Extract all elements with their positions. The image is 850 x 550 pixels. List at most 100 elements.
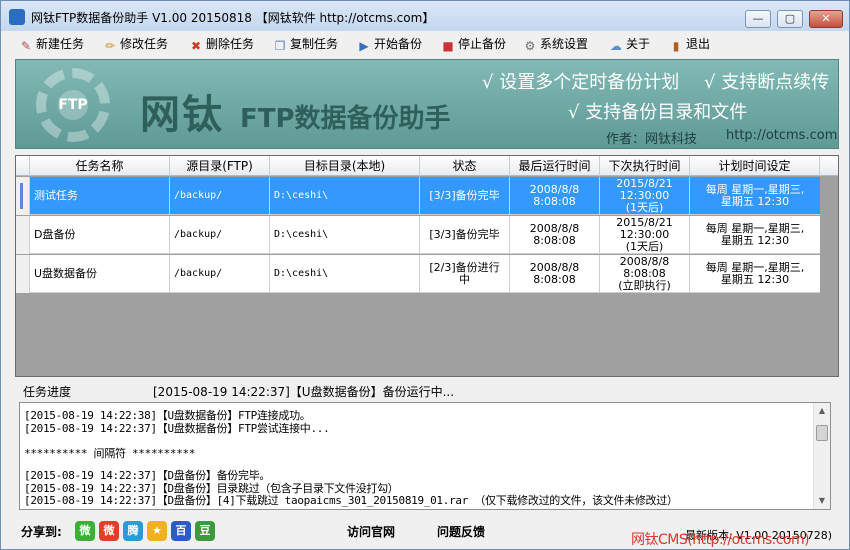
cell-schedule: 每周 星期一,星期三, 星期五 12:30 [705,261,805,286]
minimize-button[interactable]: — [745,10,771,28]
new-task-label: 新建任务 [36,37,85,51]
stop-backup-label: 停止备份 [458,37,507,51]
exit-label: 退出 [686,37,711,51]
log-scrollbar[interactable]: ▲ ▼ [813,403,830,509]
settings-label: 系统设置 [540,37,589,51]
cell-name: U盘数据备份 [30,255,170,293]
banner: FTP 网钛 FTP数据备份助手 √ 设置多个定时备份计划 √ 支持断点续传 √… [15,59,839,149]
task-table[interactable]: 任务名称 源目录(FTP) 目标目录(本地) 状态 最后运行时间 下次执行时间 … [15,155,839,377]
banner-brand: 网钛 [140,91,224,138]
cell-last-run: 2008/8/8 8:08:08 [510,216,600,254]
cell-status: [3/3]备份完毕 [420,216,510,254]
feedback-link[interactable]: 问题反馈 [437,523,485,540]
delete-task-button[interactable]: ✖ 删除任务 [189,35,254,53]
table-row[interactable]: 测试任务 /backup/ D:\ceshi\ [3/3]备份完毕 2008/8… [16,177,820,215]
exit-button[interactable]: ▮ 退出 [669,35,710,53]
footer: 分享到: 微 微 腾 ★ 百 豆 访问官网 问题反馈 最新版本: V1.00 2… [1,515,849,549]
banner-feature-2: √ 支持断点续传 [704,72,830,93]
cell-next-run: 2015/8/21 12:30:00 (1天后) [600,177,690,215]
share-label: 分享到: [21,525,62,539]
new-task-button[interactable]: ✎ 新建任务 [19,35,84,53]
stop-icon: ■ [442,39,454,53]
tencent-weibo-icon[interactable]: 腾 [123,521,143,541]
toolbar: ✎ 新建任务 ✏ 修改任务 ✖ 删除任务 ❐ 复制任务 ▶ 开始备份 ■ 停止备份 ⚙ 系统设… [5,33,845,55]
app-window: 网钛FTP数据备份助手 V1.00 20150818 【网钛软件 http://… [0,0,850,550]
gear-icon: ⚙ [524,39,536,53]
header-selector [16,156,30,176]
baidu-icon[interactable]: 百 [171,521,191,541]
pencil-icon: ✏ [104,39,116,53]
exit-icon: ▮ [672,39,680,53]
cell-last-run: 2008/8/8 8:08:08 [510,177,600,215]
log-line: ********** 间隔符 ********** [24,447,196,460]
row-selector [16,177,30,215]
delete-icon: ✖ [190,39,202,53]
title-bar[interactable]: 网钛FTP数据备份助手 V1.00 20150818 【网钛软件 http://… [1,1,849,31]
copy-task-label: 复制任务 [290,37,339,51]
scroll-down-icon[interactable]: ▼ [814,493,830,509]
about-button[interactable]: ☁ 关于 [609,35,650,53]
cell-next-run: 2015/8/21 12:30:00 (1天后) [600,216,690,254]
play-icon: ▶ [359,39,369,53]
start-backup-button[interactable]: ▶ 开始备份 [357,35,422,53]
column-header-next-run[interactable]: 下次执行时间 [600,156,690,176]
log-line: [2015-08-19 14:22:37]【D盘备份】[4]下载跳过 taopa… [24,494,678,507]
close-button[interactable]: ✕ [809,10,843,28]
window-title: 网钛FTP数据备份助手 V1.00 20150818 【网钛软件 http://… [31,11,435,25]
chat-icon: ☁ [610,39,622,53]
start-backup-label: 开始备份 [374,37,423,51]
copy-icon: ❐ [274,39,286,53]
row-selector [16,255,30,293]
maximize-button[interactable]: ▢ [777,10,803,28]
visit-site-link[interactable]: 访问官网 [347,523,395,540]
about-label: 关于 [626,37,651,51]
column-header-last-run[interactable]: 最后运行时间 [510,156,600,176]
douban-icon[interactable]: 豆 [195,521,215,541]
progress-status: [2015-08-19 14:22:37]【U盘数据备份】备份运行中... [153,385,455,399]
scroll-thumb[interactable] [816,425,828,441]
banner-logo-text: FTP [58,90,88,120]
column-header-target[interactable]: 目标目录(本地) [270,156,420,176]
copy-task-button[interactable]: ❐ 复制任务 [273,35,338,53]
column-header-schedule[interactable]: 计划时间设定 [690,156,820,176]
cell-target: D:\ceshi\ [270,216,420,254]
log-panel[interactable]: [2015-08-19 14:22:38]【U盘数据备份】FTP连接成功。 [2… [19,402,831,510]
cell-target: D:\ceshi\ [270,255,420,293]
qzone-icon[interactable]: ★ [147,521,167,541]
banner-url: http://otcms.com [726,128,838,143]
cell-name: 测试任务 [30,177,170,215]
wechat-icon[interactable]: 微 [75,521,95,541]
column-header-name[interactable]: 任务名称 [30,156,170,176]
cell-source: /backup/ [170,177,270,215]
stop-backup-button[interactable]: ■ 停止备份 [441,35,506,53]
delete-task-label: 删除任务 [206,37,255,51]
log-line: [2015-08-19 14:22:37]【U盘数据备份】FTP尝试连接中... [24,422,330,435]
cell-schedule: 每周 星期一,星期三, 星期五 12:30 [705,183,805,208]
table-header: 任务名称 源目录(FTP) 目标目录(本地) 状态 最后运行时间 下次执行时间 … [16,156,838,176]
app-icon [9,9,25,25]
banner-author: 作者：网钛科技 [606,132,698,147]
banner-feature-1: √ 设置多个定时备份计划 [482,72,680,93]
cell-schedule: 每周 星期一,星期三, 星期五 12:30 [705,222,805,247]
new-task-icon: ✎ [20,39,32,53]
cell-target: D:\ceshi\ [270,177,420,215]
table-row[interactable]: D盘备份 /backup/ D:\ceshi\ [3/3]备份完毕 2008/8… [16,216,820,254]
scroll-up-icon[interactable]: ▲ [814,403,830,419]
cell-status: [2/3]备份进行 中 [420,255,510,293]
row-selector [16,216,30,254]
progress-label: 任务进度 [23,385,72,399]
banner-subtitle: FTP数据备份助手 [240,104,451,134]
cell-name: D盘备份 [30,216,170,254]
settings-button[interactable]: ⚙ 系统设置 [523,35,588,53]
watermark: 网钛CMS(http://otcms.com) [631,532,810,548]
edit-task-label: 修改任务 [120,37,169,51]
cell-status: [3/3]备份完毕 [420,177,510,215]
table-row[interactable]: U盘数据备份 /backup/ D:\ceshi\ [2/3]备份进行 中 20… [16,255,820,293]
cell-source: /backup/ [170,216,270,254]
column-header-source[interactable]: 源目录(FTP) [170,156,270,176]
banner-feature-3: √ 支持备份目录和文件 [568,102,748,123]
edit-task-button[interactable]: ✏ 修改任务 [103,35,168,53]
cell-next-run: 2008/8/8 8:08:08 (立即执行) [600,255,690,293]
weibo-icon[interactable]: 微 [99,521,119,541]
column-header-status[interactable]: 状态 [420,156,510,176]
